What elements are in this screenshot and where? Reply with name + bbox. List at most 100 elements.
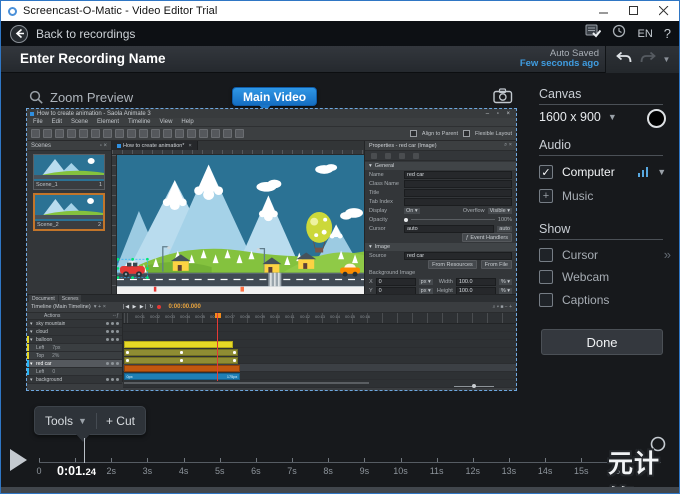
app-track-balloon[interactable]: ▾balloon	[27, 336, 122, 344]
computer-checkbox[interactable]: ✓	[539, 165, 553, 179]
app-track-cloud[interactable]: ▾cloud	[27, 328, 122, 336]
from-resources-button[interactable]: From Resources	[428, 260, 477, 269]
height-field[interactable]: 100.0	[456, 287, 496, 295]
track-bar-orange[interactable]	[124, 365, 240, 372]
bg-x-field[interactable]: 0	[376, 278, 416, 286]
width-field[interactable]: 100.0	[456, 278, 496, 286]
scene-thumb-Scene_1[interactable]: Scene_11	[33, 154, 105, 190]
webcam-checkbox[interactable]	[539, 270, 553, 284]
keyframe-dot[interactable]	[233, 359, 236, 362]
timeline-ruler[interactable]: 02s3s4s5s6s7s8s9s10s11s12s13s14s15s16s	[39, 462, 661, 482]
display-dropdown[interactable]: On ▾	[404, 208, 420, 214]
shape-rect-icon[interactable]	[163, 129, 172, 138]
prop-tab-icon[interactable]	[413, 153, 419, 159]
open-icon[interactable]	[43, 129, 52, 138]
keyframe-dot[interactable]	[233, 351, 236, 354]
cut-icon[interactable]	[115, 129, 124, 138]
audio-dropdown-chevron-icon[interactable]: ▼	[657, 167, 666, 177]
canvas-background-swatch[interactable]	[647, 109, 666, 128]
align-to-parent-checkbox[interactable]	[410, 130, 417, 137]
app-menu-scene[interactable]: Scene	[71, 119, 88, 125]
main-video-badge[interactable]: Main Video	[232, 87, 317, 106]
delete-icon[interactable]	[151, 129, 160, 138]
add-music-button[interactable]: +	[539, 189, 553, 203]
cursor-checkbox[interactable]	[539, 248, 553, 262]
from-file-button[interactable]: From File	[481, 260, 512, 269]
playhead[interactable]	[84, 438, 85, 463]
field-class-name[interactable]	[404, 180, 512, 188]
image-section-header[interactable]: ▾ Image	[365, 243, 516, 251]
history-icon[interactable]	[612, 24, 626, 43]
scene-canvas[interactable]	[117, 155, 364, 294]
music-row[interactable]: + Music	[539, 189, 671, 203]
track-bar-blue[interactable]: 0px175px	[124, 373, 240, 380]
event-handlers-button[interactable]: ƒ Event Handlers	[462, 233, 512, 242]
prop-tab-icon[interactable]	[371, 153, 377, 159]
audio-icon[interactable]	[223, 129, 232, 138]
redo-icon[interactable]	[103, 129, 112, 138]
back-label[interactable]: Back to recordings	[36, 27, 135, 41]
flexible-layout-checkbox[interactable]	[463, 130, 470, 137]
maximize-button[interactable]	[619, 1, 649, 21]
keyframe-dot[interactable]	[126, 351, 129, 354]
recording-name-input[interactable]: Enter Recording Name	[20, 51, 166, 66]
document-bottom-tab[interactable]: Document	[29, 295, 58, 302]
done-button[interactable]: Done	[541, 329, 663, 355]
undo-button[interactable]	[615, 51, 633, 69]
text-icon[interactable]	[199, 129, 208, 138]
computer-audio-row[interactable]: ✓ Computer ▼	[539, 165, 671, 179]
close-button[interactable]	[649, 1, 679, 21]
show-webcam-row[interactable]: Webcam	[539, 270, 671, 284]
captions-checkbox[interactable]	[539, 293, 553, 307]
keyframe-dot[interactable]	[126, 359, 129, 362]
new-icon[interactable]	[31, 129, 40, 138]
track-bar-olive[interactable]	[124, 349, 238, 356]
show-captions-row[interactable]: Captions	[539, 293, 671, 307]
field-title[interactable]	[404, 189, 512, 197]
app-menu-view[interactable]: View	[160, 119, 173, 125]
screenshot-camera-button[interactable]	[493, 88, 513, 109]
history-dropdown-chevron-icon[interactable]: ▼	[663, 55, 671, 64]
video-icon[interactable]	[235, 129, 244, 138]
app-track-Left[interactable]: Left7px	[27, 344, 122, 352]
tab-close-icon[interactable]: ×	[188, 143, 191, 149]
help-button[interactable]: ?	[664, 26, 671, 41]
tools-dropdown[interactable]: Tools▼	[45, 414, 87, 428]
volume-bars-icon[interactable]	[638, 167, 649, 177]
redo-button[interactable]	[639, 51, 657, 69]
app-menu-help[interactable]: Help	[181, 119, 193, 125]
paste-icon[interactable]	[139, 129, 148, 138]
keyframe-dot[interactable]	[180, 359, 183, 362]
scenes-panel-close-icon[interactable]: ▫ ×	[100, 143, 107, 149]
keyframe-dot[interactable]	[180, 351, 183, 354]
document-tab[interactable]: How to create animation*×	[112, 141, 198, 150]
app-menu-file[interactable]: File	[33, 119, 43, 125]
image-icon[interactable]	[211, 129, 220, 138]
opacity-slider[interactable]	[404, 218, 408, 222]
minimize-button[interactable]	[589, 1, 619, 21]
scenes-bottom-tab[interactable]: Scenes	[59, 295, 82, 302]
record-button[interactable]	[157, 305, 161, 309]
play-button[interactable]	[10, 449, 27, 471]
field-name[interactable]: red car	[404, 171, 512, 179]
source-field[interactable]: red car	[404, 252, 512, 260]
app-track-Top[interactable]: Top2%	[27, 352, 122, 360]
cursor-field[interactable]: auto	[404, 225, 494, 233]
scene-thumb-Scene_2[interactable]: Scene_22	[33, 193, 105, 231]
export-icon[interactable]	[79, 129, 88, 138]
app-timeline-ruler[interactable]: 00:0100:0200:0300:0400:0500:0600:0700:08…	[123, 313, 516, 324]
bg-y-field[interactable]: 0	[376, 287, 416, 295]
video-preview[interactable]: How to create animation - Saola Animate …	[26, 108, 517, 391]
app-track-red-car[interactable]: ▾red car	[27, 360, 122, 368]
app-track-background[interactable]: ▾background	[27, 376, 122, 384]
prop-tab-icon[interactable]	[385, 153, 391, 159]
app-menu-timeline[interactable]: Timeline	[128, 119, 150, 125]
zoom-preview-toggle[interactable]: Zoom Preview	[29, 90, 133, 105]
track-bar-olive[interactable]	[124, 357, 238, 364]
timeline-zoom-icons[interactable]: ⌕ ▾ ■ − +	[493, 304, 512, 310]
save-icon[interactable]	[55, 129, 64, 138]
playback-controls[interactable]: |◀ ▶ ▶| ↻	[123, 304, 155, 310]
app-menu-element[interactable]: Element	[97, 119, 119, 125]
shape-ellipse-icon[interactable]	[187, 129, 196, 138]
track-bar-gray[interactable]	[124, 382, 369, 384]
